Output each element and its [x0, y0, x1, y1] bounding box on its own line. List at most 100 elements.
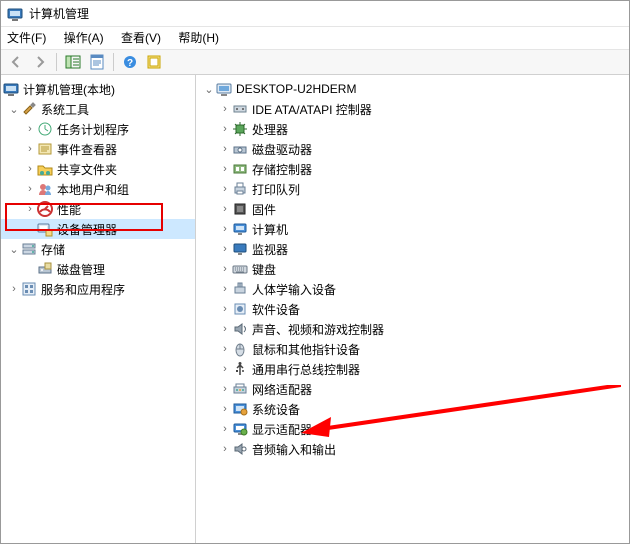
- expand-icon[interactable]: ›: [23, 123, 37, 135]
- expand-icon[interactable]: ›: [218, 383, 232, 395]
- tree-item-disk-management[interactable]: 磁盘管理: [1, 259, 195, 279]
- app-icon: [7, 6, 23, 22]
- expand-icon[interactable]: ›: [23, 143, 37, 155]
- properties-button[interactable]: [86, 51, 108, 73]
- device-category-network[interactable]: › 网络适配器: [196, 379, 629, 399]
- refresh-button[interactable]: [143, 51, 165, 73]
- device-category-ide[interactable]: › IDE ATA/ATAPI 控制器: [196, 99, 629, 119]
- device-category-audio-io[interactable]: ›音频输入和输出: [196, 439, 629, 459]
- show-hide-tree-button[interactable]: [62, 51, 84, 73]
- device-category-monitor[interactable]: ›监视器: [196, 239, 629, 259]
- help-button[interactable]: ?: [119, 51, 141, 73]
- expand-icon[interactable]: ›: [218, 223, 232, 235]
- device-category-label: IDE ATA/ATAPI 控制器: [252, 101, 372, 118]
- menu-action[interactable]: 操作(A): [64, 31, 104, 45]
- device-category-label: 软件设备: [252, 301, 300, 318]
- expand-icon[interactable]: ›: [218, 403, 232, 415]
- device-category-hid[interactable]: ›人体学输入设备: [196, 279, 629, 299]
- expand-icon[interactable]: ›: [23, 163, 37, 175]
- hid-icon: [232, 281, 248, 297]
- diskdrive-icon: [232, 141, 248, 157]
- firmware-icon: [232, 201, 248, 217]
- device-category-firmware[interactable]: › 固件: [196, 199, 629, 219]
- menu-help[interactable]: 帮助(H): [178, 31, 219, 45]
- toolbar-separator: [56, 53, 57, 71]
- expand-icon[interactable]: ›: [218, 423, 232, 435]
- device-category-display[interactable]: ›显示适配器: [196, 419, 629, 439]
- device-category-software-dev[interactable]: › 软件设备: [196, 299, 629, 319]
- ide-icon: [232, 101, 248, 117]
- device-category-label: 通用串行总线控制器: [252, 361, 360, 378]
- expand-icon[interactable]: ›: [218, 283, 232, 295]
- device-category-label: 鼠标和其他指针设备: [252, 341, 360, 358]
- device-category-label: 系统设备: [252, 401, 300, 418]
- expand-icon[interactable]: ›: [218, 143, 232, 155]
- tree-item-shared-folders[interactable]: › 共享文件夹: [1, 159, 195, 179]
- expand-icon[interactable]: ›: [218, 243, 232, 255]
- svg-text:?: ?: [127, 58, 133, 69]
- expand-icon[interactable]: ›: [218, 183, 232, 195]
- device-category-keyboard[interactable]: ›键盘: [196, 259, 629, 279]
- device-category-label: 处理器: [252, 121, 288, 138]
- tree-item-label: 本地用户和组: [57, 181, 129, 198]
- usb-icon: [232, 361, 248, 377]
- expand-icon[interactable]: ›: [218, 343, 232, 355]
- tree-item-label: 服务和应用程序: [41, 281, 125, 298]
- expand-icon[interactable]: ›: [23, 183, 37, 195]
- device-category-label: 网络适配器: [252, 381, 312, 398]
- tree-item-label: 事件查看器: [57, 141, 117, 158]
- device-category-label: 存储控制器: [252, 161, 312, 178]
- storage-icon: [21, 241, 37, 257]
- expand-icon[interactable]: ›: [218, 443, 232, 455]
- tree-item-label: 磁盘管理: [57, 261, 105, 278]
- device-category-cpu[interactable]: › 处理器: [196, 119, 629, 139]
- tree-item-system-tools[interactable]: ⌄ 系统工具: [1, 99, 195, 119]
- expand-icon[interactable]: ›: [218, 323, 232, 335]
- menu-view[interactable]: 查看(V): [121, 31, 161, 45]
- right-tree-pane: ⌄ DESKTOP-U2HDERM › IDE ATA/ATAPI 控制器 › 处理器…: [196, 75, 629, 543]
- collapse-icon[interactable]: ⌄: [7, 243, 21, 256]
- device-category-storage-ctrl[interactable]: › 存储控制器: [196, 159, 629, 179]
- device-category-computer[interactable]: ›计算机: [196, 219, 629, 239]
- expand-icon[interactable]: ›: [7, 283, 21, 295]
- tree-item-performance[interactable]: › 性能: [1, 199, 195, 219]
- device-tree-root[interactable]: ⌄ DESKTOP-U2HDERM: [196, 79, 629, 99]
- expand-icon[interactable]: ›: [218, 163, 232, 175]
- device-category-diskdrive[interactable]: ›磁盘驱动器: [196, 139, 629, 159]
- software-dev-icon: [232, 301, 248, 317]
- system-tools-icon: [21, 101, 37, 117]
- expand-icon[interactable]: ›: [218, 263, 232, 275]
- tree-item-local-users[interactable]: › 本地用户和组: [1, 179, 195, 199]
- device-category-usb[interactable]: › 通用串行总线控制器: [196, 359, 629, 379]
- device-category-print-queue[interactable]: ›打印队列: [196, 179, 629, 199]
- expand-icon[interactable]: ›: [23, 203, 37, 215]
- collapse-icon[interactable]: ⌄: [202, 83, 216, 96]
- expand-icon[interactable]: ›: [218, 363, 232, 375]
- tree-item-label: 系统工具: [41, 101, 89, 118]
- computer-management-window: 计算机管理 文件(F) 操作(A) 查看(V) 帮助(H) ?: [0, 0, 630, 544]
- device-category-audio-video-game[interactable]: ›声音、视频和游戏控制器: [196, 319, 629, 339]
- print-queue-icon: [232, 181, 248, 197]
- expand-icon[interactable]: ›: [218, 123, 232, 135]
- titlebar: 计算机管理: [1, 1, 629, 27]
- tree-item-storage[interactable]: ⌄ 存储: [1, 239, 195, 259]
- menu-file[interactable]: 文件(F): [7, 31, 46, 45]
- collapse-icon[interactable]: ⌄: [7, 103, 21, 116]
- expand-icon[interactable]: ›: [218, 203, 232, 215]
- expand-icon[interactable]: ›: [218, 103, 232, 115]
- services-apps-icon: [21, 281, 37, 297]
- device-manager-icon: [37, 221, 53, 237]
- back-button[interactable]: [5, 51, 27, 73]
- tree-item-services-apps[interactable]: › 服务和应用程序: [1, 279, 195, 299]
- tree-root-computer-management[interactable]: 计算机管理(本地): [1, 79, 195, 99]
- tree-item-device-manager[interactable]: 设备管理器: [1, 219, 195, 239]
- tree-item-task-scheduler[interactable]: › 任务计划程序: [1, 119, 195, 139]
- expand-icon[interactable]: ›: [218, 303, 232, 315]
- device-category-mouse[interactable]: › 鼠标和其他指针设备: [196, 339, 629, 359]
- tree-item-label: 共享文件夹: [57, 161, 117, 178]
- device-tree-root-label: DESKTOP-U2HDERM: [236, 82, 356, 96]
- tree-item-event-viewer[interactable]: › 事件查看器: [1, 139, 195, 159]
- forward-button[interactable]: [29, 51, 51, 73]
- device-category-system-dev[interactable]: › 系统设备: [196, 399, 629, 419]
- device-category-label: 固件: [252, 201, 276, 218]
